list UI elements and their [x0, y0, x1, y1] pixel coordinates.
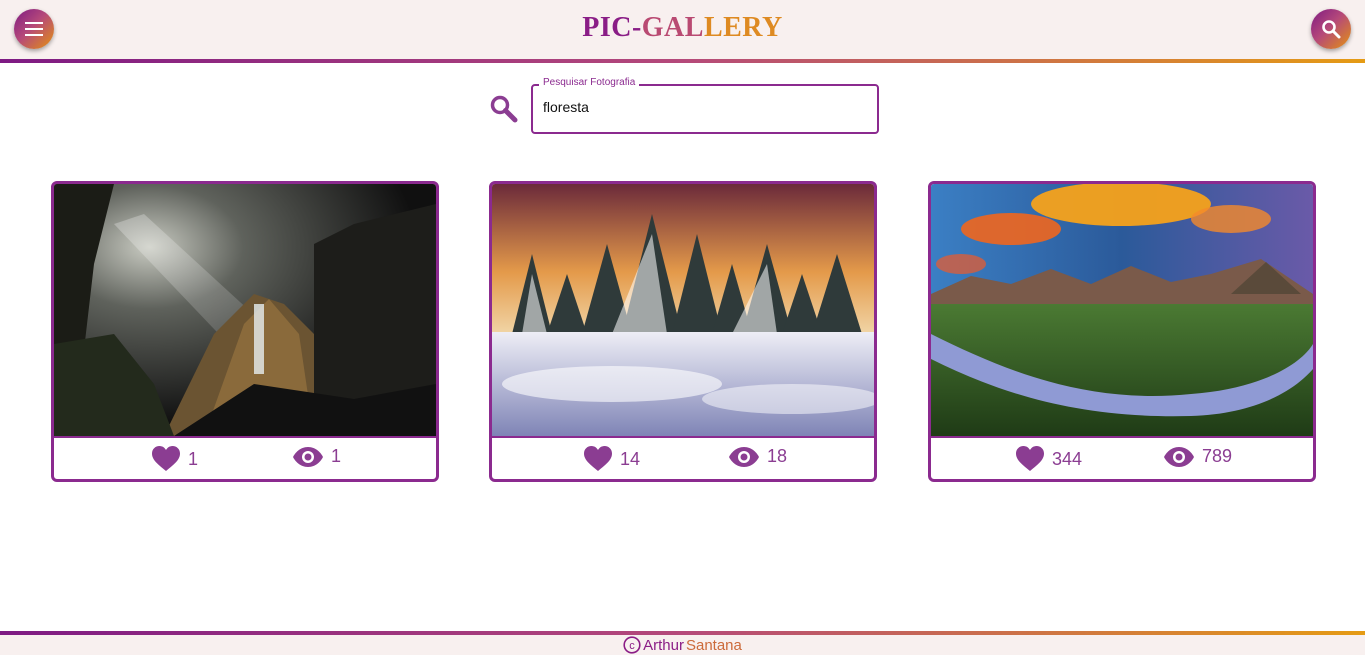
card-stats: 344 789 [931, 438, 1313, 479]
likes-count: 14 [620, 448, 641, 469]
search-field-label: Pesquisar Fotografia [539, 77, 640, 88]
views-stat: 1 [293, 446, 341, 467]
eye-icon [1164, 446, 1194, 467]
views-count: 18 [767, 446, 788, 466]
copyright-icon: c [623, 636, 641, 654]
heart-icon [584, 446, 612, 471]
header-divider [0, 59, 1365, 63]
eye-icon [293, 446, 323, 467]
likes-stat[interactable]: 14 [584, 446, 640, 472]
views-stat: 18 [729, 446, 787, 467]
likes-stat[interactable]: 344 [1016, 446, 1082, 472]
eye-icon [729, 446, 759, 467]
author-first-name: Arthur [643, 636, 684, 654]
svg-text:c: c [629, 640, 635, 652]
brand-part-2: GAL [641, 12, 704, 43]
likes-count: 1 [188, 448, 199, 469]
heart-icon [152, 446, 180, 471]
search-icon [1322, 20, 1341, 39]
views-count: 789 [1202, 446, 1233, 466]
footer-credit: c Arthur Santana [623, 636, 742, 654]
author-last-name: Santana [685, 636, 742, 654]
likes-stat[interactable]: 1 [152, 446, 198, 472]
brand-part-3: LERY [703, 12, 783, 43]
likes-count: 344 [1052, 448, 1083, 469]
card-stats: 14 18 [492, 438, 874, 479]
photo-card[interactable]: 14 18 [489, 181, 877, 482]
photo-image[interactable] [931, 184, 1313, 436]
card-stats: 1 1 [54, 438, 436, 479]
app-header: PIC-GALLERY [0, 0, 1365, 59]
app-title: PIC-GALLERY [0, 12, 1365, 44]
views-count: 1 [331, 446, 342, 466]
header-search-button[interactable] [1311, 9, 1351, 49]
views-stat: 789 [1164, 446, 1232, 467]
photo-image[interactable] [492, 184, 874, 436]
heart-icon [1016, 446, 1044, 471]
photo-card[interactable]: 344 789 [928, 181, 1316, 482]
search-input[interactable] [543, 99, 863, 115]
search-field[interactable]: Pesquisar Fotografia [531, 77, 879, 134]
photo-image[interactable] [54, 184, 436, 436]
app-footer: c Arthur Santana [0, 635, 1365, 655]
photo-card[interactable]: 1 1 [51, 181, 439, 482]
brand-part-1: PIC- [582, 12, 642, 43]
search-icon [490, 95, 518, 123]
